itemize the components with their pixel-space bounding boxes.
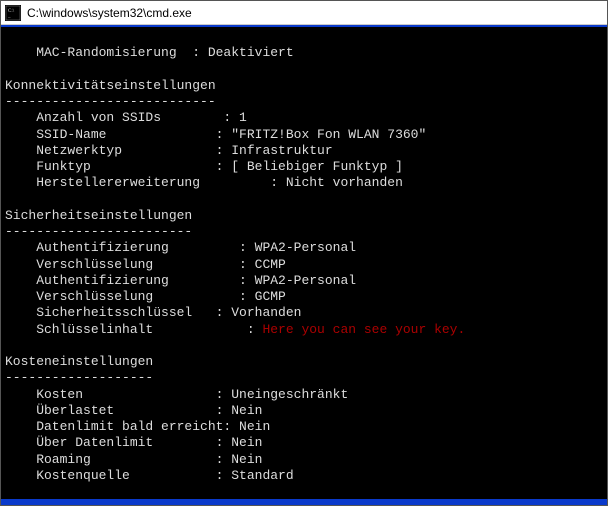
- output-line: Über Datenlimit : Nein: [5, 435, 262, 450]
- label: Schlüsselinhalt :: [5, 322, 262, 337]
- output-line: Funktyp : [ Beliebiger Funktyp ]: [5, 159, 403, 174]
- key-placeholder: Here you can see your key.: [262, 322, 465, 337]
- window-title: C:\windows\system32\cmd.exe: [27, 6, 192, 20]
- output-line: Verschlüsselung : GCMP: [5, 289, 286, 304]
- output-line: Überlastet : Nein: [5, 403, 262, 418]
- output-line: SSID-Name : "FRITZ!Box Fon WLAN 7360": [5, 127, 426, 142]
- section-divider: ------------------------: [5, 224, 192, 239]
- output-line: Netzwerktyp : Infrastruktur: [5, 143, 333, 158]
- output-line: Kostenquelle : Standard: [5, 468, 294, 483]
- output-line: Kosten : Uneingeschränkt: [5, 387, 348, 402]
- section-header: Kosteneinstellungen: [5, 354, 153, 369]
- bottom-bar: [1, 499, 607, 505]
- cmd-window: C:\ _ C:\windows\system32\cmd.exe MAC-Ra…: [0, 0, 608, 506]
- output-line: Anzahl von SSIDs : 1: [5, 110, 247, 125]
- output-line: Schlüsselinhalt : Here you can see your …: [5, 322, 465, 337]
- output-line: Sicherheitsschlüssel : Vorhanden: [5, 305, 301, 320]
- output-line: Herstellererweiterung : Nicht vorhanden: [5, 175, 403, 190]
- titlebar[interactable]: C:\ _ C:\windows\system32\cmd.exe: [1, 1, 607, 25]
- output-line: Authentifizierung : WPA2-Personal: [5, 273, 356, 288]
- cmd-icon: C:\ _: [5, 5, 21, 21]
- output-line: Verschlüsselung : CCMP: [5, 257, 286, 272]
- output-line: Authentifizierung : WPA2-Personal: [5, 240, 356, 255]
- terminal-output[interactable]: MAC-Randomisierung : Deaktiviert Konnekt…: [1, 25, 607, 505]
- section-header: Konnektivitätseinstellungen: [5, 78, 216, 93]
- output-line: Datenlimit bald erreicht: Nein: [5, 419, 270, 434]
- section-divider: -------------------: [5, 370, 153, 385]
- section-header: Sicherheitseinstellungen: [5, 208, 192, 223]
- section-divider: ---------------------------: [5, 94, 216, 109]
- output-line: MAC-Randomisierung : Deaktiviert: [5, 45, 294, 60]
- svg-text:_: _: [7, 14, 11, 19]
- output-line: Roaming : Nein: [5, 452, 262, 467]
